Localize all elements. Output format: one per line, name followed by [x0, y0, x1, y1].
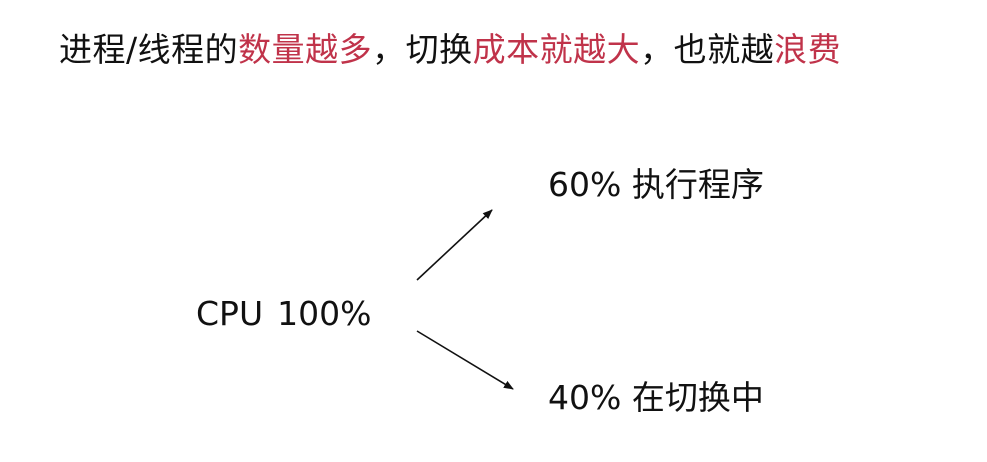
arrow-to-execution [416, 209, 493, 281]
switching-node: 40% 在切换中 [548, 378, 764, 418]
slide: 进程/线程的数量越多，切换成本就越大，也就越浪费 CPU 100% 60% 执行程… [0, 0, 987, 462]
execution-label: 执行程序 [631, 165, 764, 204]
cpu-value: 100% [277, 294, 372, 333]
branch-arrows [416, 209, 514, 390]
execution-node: 60% 执行程序 [548, 165, 764, 205]
cpu-label: CPU [196, 294, 264, 333]
cpu-node: CPU 100% [196, 294, 371, 334]
switching-label: 在切换中 [631, 378, 764, 417]
arrow-to-switching [416, 330, 514, 390]
switching-percent: 40% [548, 378, 622, 417]
execution-percent: 60% [548, 165, 622, 204]
